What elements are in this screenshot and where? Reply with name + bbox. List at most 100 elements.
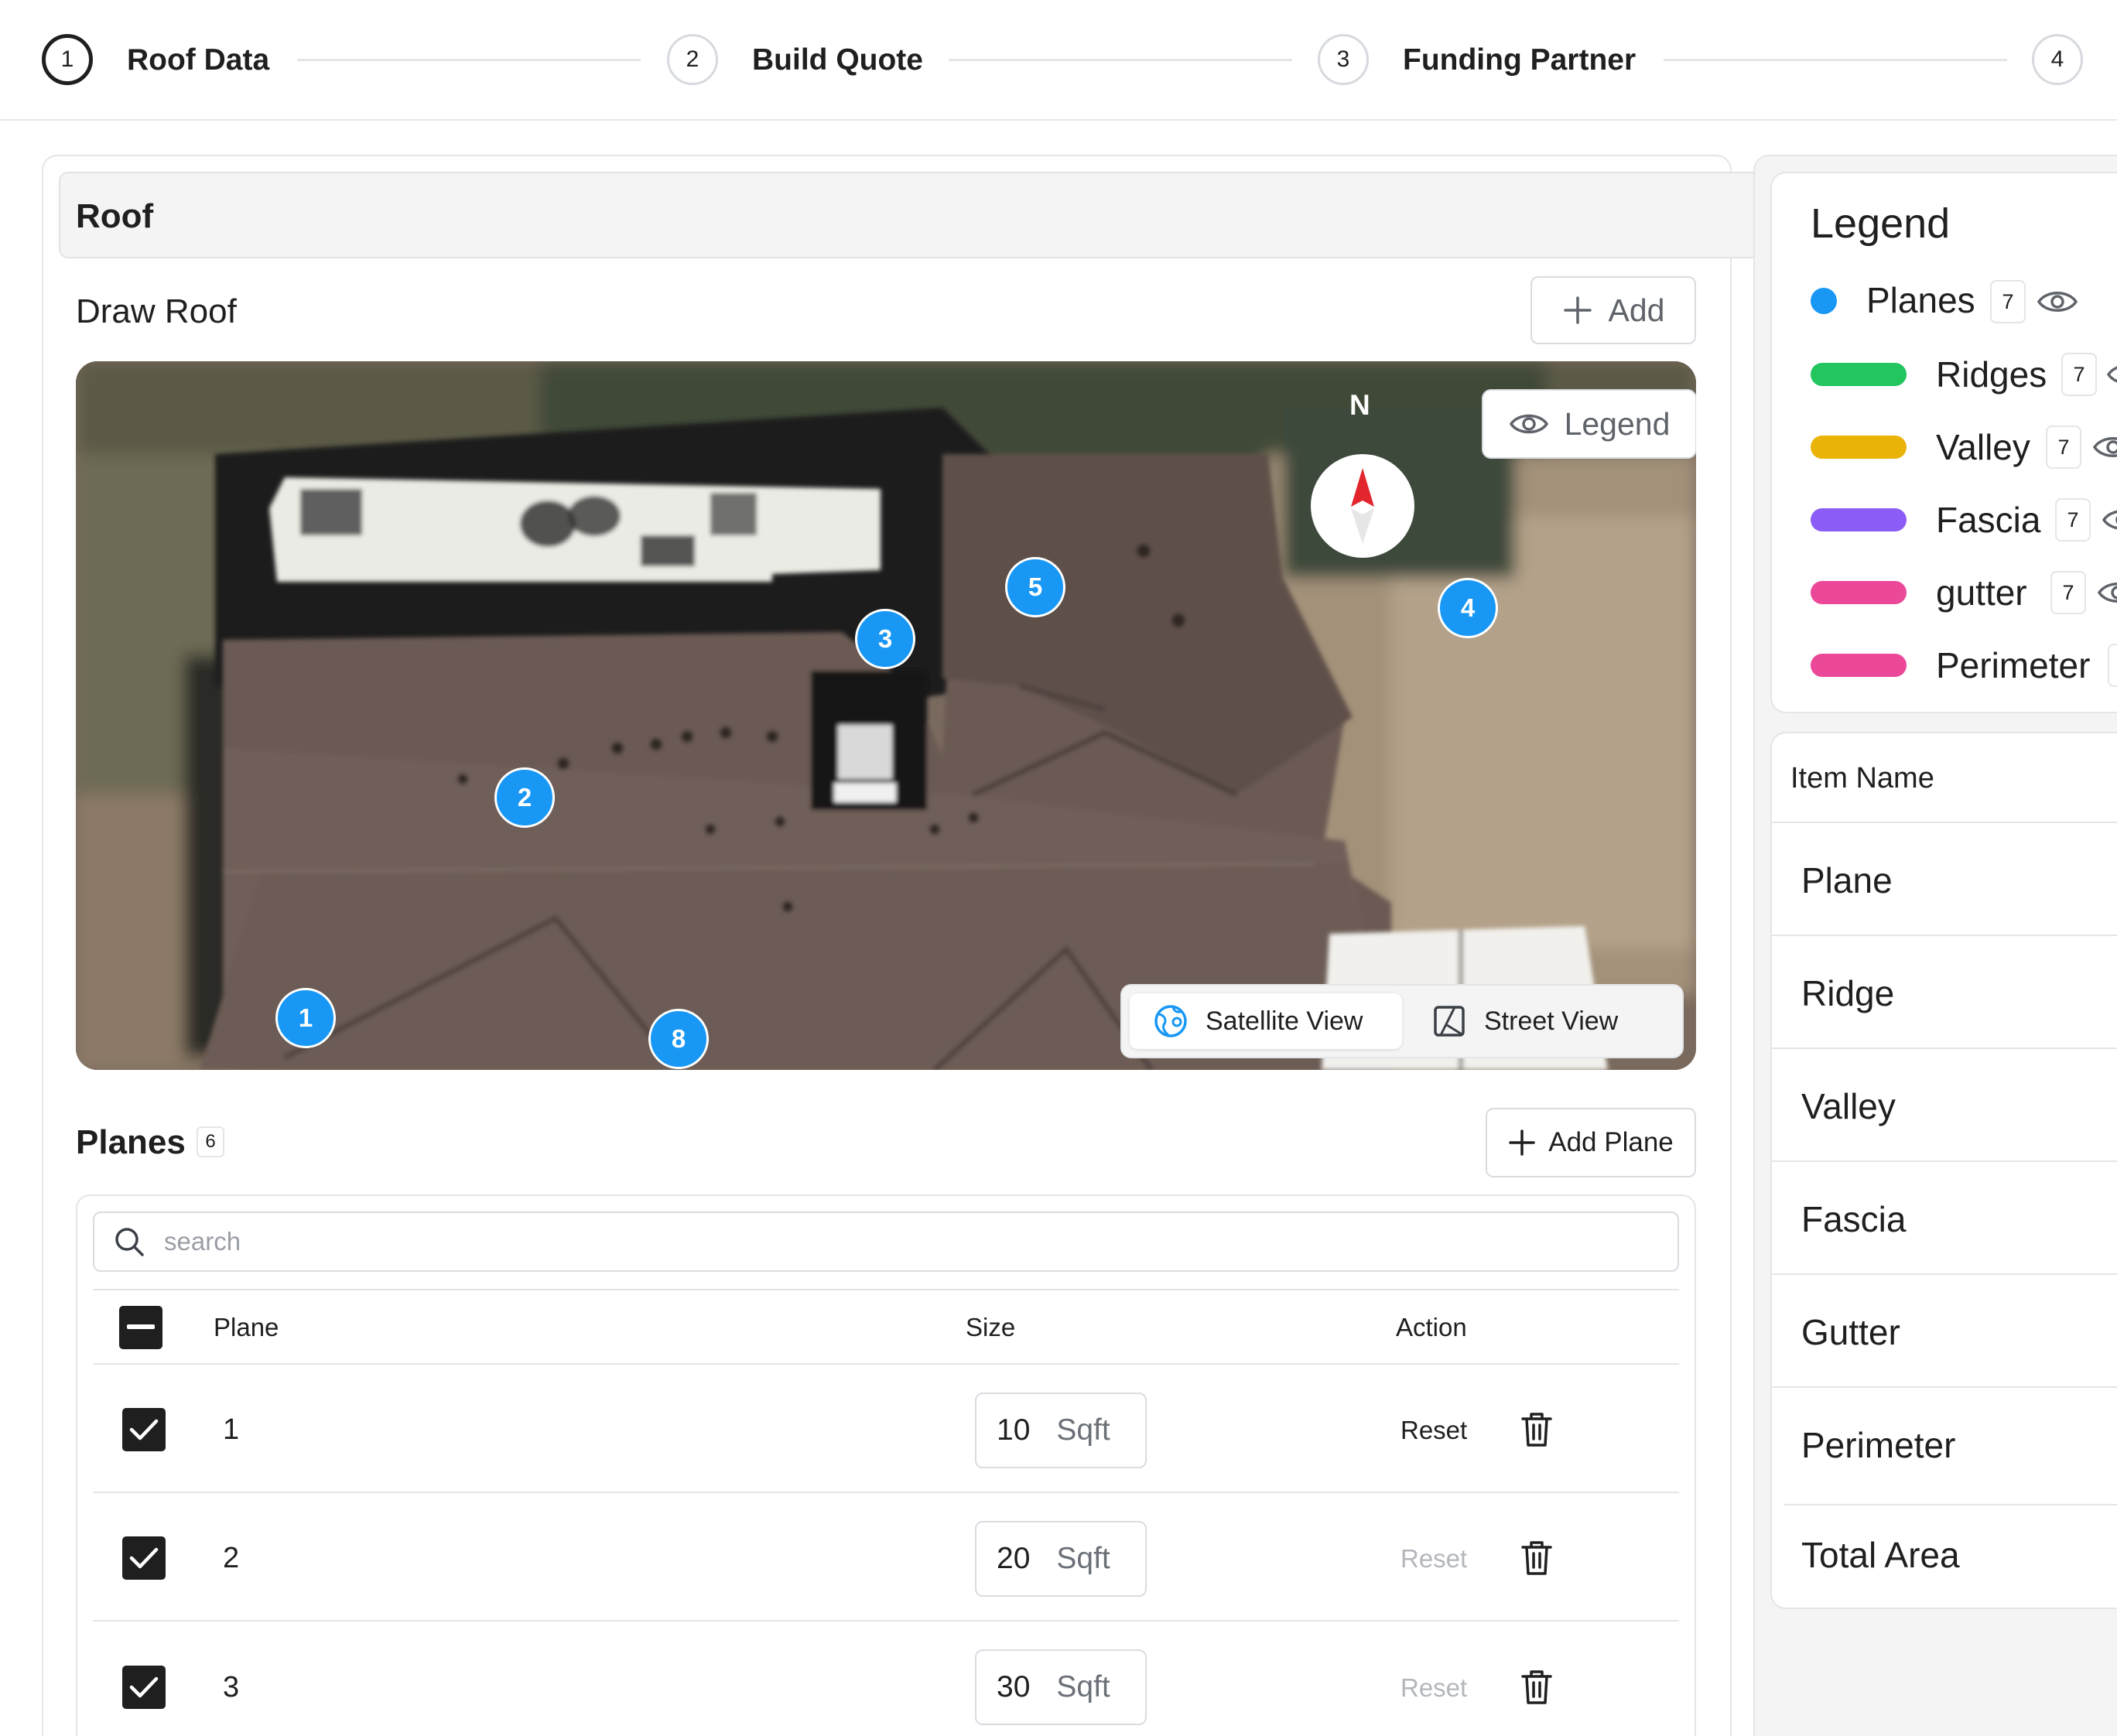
valley-legend-swatch [1811, 436, 1907, 459]
items-divider [1772, 1386, 2117, 1388]
step-3-circle[interactable]: 3 [1318, 34, 1369, 85]
add-roof-button[interactable]: Add [1530, 276, 1696, 344]
plus-icon [1509, 1129, 1535, 1156]
items-column-header: Item Name [1790, 762, 1934, 795]
size-value: 10 [997, 1413, 1031, 1447]
plane-pin-1[interactable]: 1 [275, 988, 336, 1048]
row-checkbox[interactable] [122, 1666, 166, 1709]
plane-pin-5[interactable]: 5 [1005, 557, 1065, 617]
row-checkbox[interactable] [122, 1536, 166, 1580]
plane-name: 2 [223, 1542, 240, 1574]
table-divider [93, 1492, 1679, 1493]
eye-icon [1509, 414, 1548, 434]
add-plane-button[interactable]: Add Plane [1486, 1108, 1696, 1177]
roof-section-header[interactable] [59, 172, 1777, 258]
step-1-circle[interactable]: 1 [42, 34, 93, 85]
step-4-circle[interactable]: 4 [2032, 34, 2083, 85]
check-icon [129, 1419, 159, 1440]
size-input[interactable]: 20 Sqft [975, 1521, 1147, 1597]
draw-roof-title: Draw Roof [76, 292, 237, 330]
legend-label-fascia: Fascia [1936, 500, 2041, 540]
legend-label-ridges: Ridges [1936, 354, 2047, 395]
map-icon [1434, 1006, 1465, 1037]
legend-count: 7 [2050, 571, 2086, 614]
items-divider [1772, 822, 2117, 823]
reset-button[interactable]: Reset [1401, 1543, 1467, 1574]
add-roof-label: Add [1608, 292, 1665, 328]
legend-count: 7 [2061, 353, 2097, 396]
item-row-fascia: Fascia [1801, 1199, 1907, 1239]
reset-button[interactable]: Reset [1401, 1415, 1467, 1446]
globe-icon [1154, 1005, 1187, 1037]
step-2-circle[interactable]: 2 [667, 34, 718, 85]
planes-table-card [76, 1194, 1696, 1736]
eye-icon[interactable] [2106, 359, 2117, 390]
street-view-label: Street View [1484, 1006, 1619, 1036]
app-root: 1 Roof Data 2 Build Quote 3 Funding Part… [0, 0, 2117, 1736]
item-row-perimeter: Perimeter [1801, 1425, 1956, 1465]
item-row-gutter: Gutter [1801, 1312, 1900, 1352]
satellite-view-option[interactable]: Satellite View [1130, 993, 1402, 1049]
trash-icon[interactable] [1520, 1411, 1554, 1448]
reset-button[interactable]: Reset [1401, 1673, 1467, 1704]
items-divider [1772, 1160, 2117, 1162]
street-view-option[interactable]: Street View [1408, 993, 1671, 1049]
item-row-ridge: Ridge [1801, 973, 1895, 1013]
satellite-map[interactable]: 1 2 3 4 5 8 N Legend Satellite View Stre… [76, 361, 1696, 1070]
step-2-label[interactable]: Build Quote [752, 43, 923, 77]
step-1-label[interactable]: Roof Data [127, 43, 269, 77]
size-unit: Sqft [1056, 1413, 1110, 1447]
size-input[interactable]: 10 Sqft [975, 1393, 1147, 1468]
map-view-toggle: Satellite View Street View [1120, 984, 1684, 1058]
step-3-label[interactable]: Funding Partner [1403, 43, 1636, 77]
legend-count: 7 [1990, 280, 2026, 323]
size-input[interactable]: 30 Sqft [975, 1649, 1147, 1725]
add-plane-label: Add Plane [1548, 1127, 1674, 1157]
plane-pin-2[interactable]: 2 [494, 767, 555, 828]
trash-icon[interactable] [1520, 1669, 1554, 1706]
gutter-legend-swatch [1811, 581, 1907, 604]
planes-count-badge: 6 [197, 1126, 224, 1157]
legend-label-perimeter: Perimeter [1936, 645, 2091, 685]
legend-title: Legend [1811, 200, 1951, 247]
table-divider [93, 1289, 1679, 1290]
column-header-plane[interactable]: Plane [214, 1312, 279, 1343]
step-connector [949, 59, 1292, 61]
compass-north-label: N [1349, 389, 1370, 421]
select-all-checkbox[interactable] [119, 1306, 162, 1349]
search-input[interactable] [164, 1227, 1634, 1256]
items-divider [1772, 1047, 2117, 1049]
compass-arrow-icon [1351, 468, 1374, 544]
roof-section-title: Roof [76, 197, 154, 235]
eye-icon[interactable] [2102, 504, 2117, 535]
legend-count: 7 [2046, 425, 2081, 469]
ridges-legend-swatch [1811, 363, 1907, 386]
step-2-number: 2 [686, 46, 699, 72]
eye-icon[interactable] [2092, 432, 2117, 463]
compass[interactable] [1311, 454, 1414, 558]
row-checkbox[interactable] [122, 1408, 166, 1451]
eye-icon[interactable] [2097, 577, 2117, 608]
legend-count: 7 [2055, 498, 2091, 542]
size-unit: Sqft [1056, 1542, 1110, 1575]
plane-name: 3 [223, 1671, 240, 1704]
item-row-valley: Valley [1801, 1086, 1896, 1126]
eye-icon[interactable] [2037, 286, 2078, 317]
perimeter-legend-swatch [1811, 654, 1907, 677]
plus-icon [1563, 296, 1592, 324]
planes-title: Planes [76, 1123, 186, 1161]
step-3-number: 3 [1336, 46, 1350, 72]
plane-pin-8[interactable]: 8 [648, 1009, 709, 1069]
column-header-size[interactable]: Size [966, 1312, 1015, 1343]
planes-search[interactable] [93, 1211, 1679, 1272]
satellite-view-label: Satellite View [1206, 1006, 1363, 1036]
satellite-imagery [76, 361, 1696, 1070]
plane-pin-4[interactable]: 4 [1438, 578, 1498, 638]
column-header-action: Action [1396, 1313, 1467, 1341]
trash-icon[interactable] [1520, 1540, 1554, 1577]
plane-pin-3[interactable]: 3 [855, 609, 915, 669]
legend-toggle-button[interactable]: Legend [1482, 389, 1696, 459]
minus-icon [127, 1324, 155, 1329]
items-divider [1772, 1273, 2117, 1275]
size-unit: Sqft [1056, 1670, 1110, 1704]
